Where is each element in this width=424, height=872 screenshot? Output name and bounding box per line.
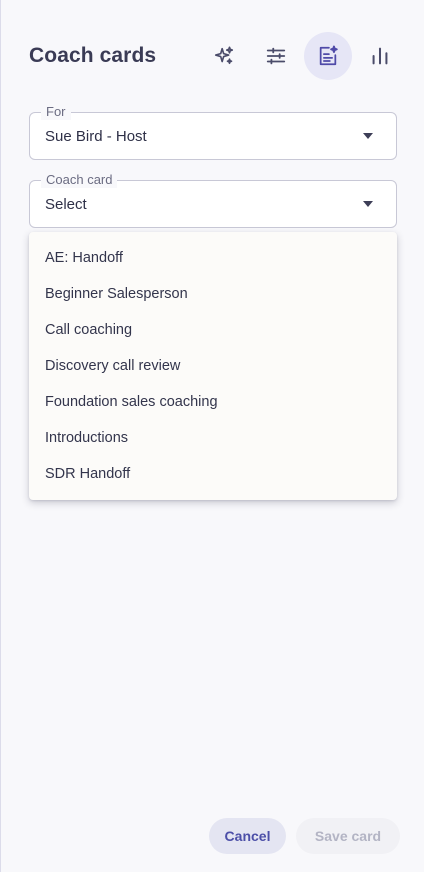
- menu-item-beginner-salesperson[interactable]: Beginner Salesperson: [29, 276, 397, 312]
- menu-item-sdr-handoff[interactable]: SDR Handoff: [29, 456, 397, 492]
- panel-header: Coach cards: [29, 32, 404, 80]
- for-select-label: For: [41, 104, 71, 120]
- for-select-value: Sue Bird - Host: [45, 127, 147, 145]
- page-title: Coach cards: [29, 44, 157, 67]
- bar-chart-icon[interactable]: [356, 32, 404, 80]
- sparkle-icon[interactable]: [200, 32, 248, 80]
- save-card-button[interactable]: Save card: [296, 818, 400, 854]
- header-icon-bar: [200, 32, 404, 80]
- coach-card-select-value: Select: [45, 195, 87, 213]
- for-select[interactable]: For Sue Bird - Host: [29, 104, 397, 160]
- cancel-button[interactable]: Cancel: [209, 818, 286, 854]
- coach-card-icon[interactable]: [304, 32, 352, 80]
- footer-actions: Cancel Save card: [209, 818, 400, 854]
- menu-item-call-coaching[interactable]: Call coaching: [29, 312, 397, 348]
- menu-item-ae-handoff[interactable]: AE: Handoff: [29, 240, 397, 276]
- menu-item-discovery-call-review[interactable]: Discovery call review: [29, 348, 397, 384]
- menu-item-foundation-sales-coaching[interactable]: Foundation sales coaching: [29, 384, 397, 420]
- coach-card-dropdown-menu: AE: Handoff Beginner Salesperson Call co…: [29, 232, 397, 500]
- coach-card-select[interactable]: Coach card Select: [29, 172, 397, 228]
- filter-lines-icon[interactable]: [252, 32, 300, 80]
- menu-item-introductions[interactable]: Introductions: [29, 420, 397, 456]
- chevron-down-icon: [363, 133, 373, 139]
- coach-card-select-label: Coach card: [41, 172, 118, 188]
- chevron-down-icon: [363, 201, 373, 207]
- coach-cards-panel: Coach cards For Sue Bird - Host Coach ca…: [0, 0, 424, 872]
